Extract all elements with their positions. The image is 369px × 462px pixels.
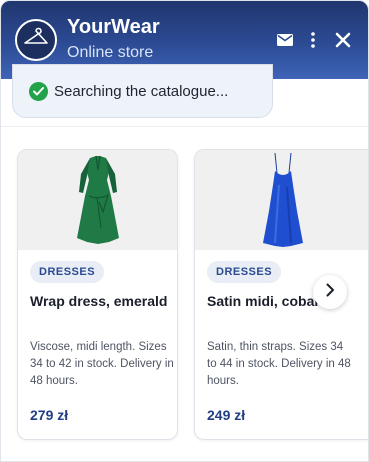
product-price: 279 zł xyxy=(30,407,69,423)
chat-widget: YourWear Online store Searching the cata… xyxy=(0,0,369,462)
hanger-icon xyxy=(23,27,49,54)
close-icon[interactable] xyxy=(332,29,354,51)
product-carousel: DRESSES Wrap dress, emerald Viscose, mid… xyxy=(1,135,368,461)
product-title: Satin midi, cobalt xyxy=(207,293,323,309)
product-description: Satin, thin straps. Sizes 34 to 44 in st… xyxy=(207,341,351,387)
status-message: Searching the catalogue... xyxy=(12,64,273,118)
store-logo xyxy=(15,19,57,61)
category-badge: DRESSES xyxy=(207,261,282,283)
brand-subtitle: Online store xyxy=(67,44,154,61)
product-title: Wrap dress, emerald xyxy=(30,293,168,309)
status-row: Searching the catalogue... xyxy=(29,82,228,101)
chevron-right-icon xyxy=(325,283,335,302)
more-vertical-icon[interactable] xyxy=(304,29,322,51)
green-wrap-dress-image xyxy=(76,155,119,244)
brand-name: YourWear xyxy=(67,16,160,38)
carousel-next-button[interactable] xyxy=(313,275,347,309)
product-card[interactable]: DRESSES Wrap dress, emerald Viscose, mid… xyxy=(17,149,178,440)
status-text: Searching the catalogue... xyxy=(54,83,229,100)
divider xyxy=(1,126,368,127)
product-price: 249 zł xyxy=(207,407,246,423)
product-description: Viscose, midi length. Sizes 34 to 42 in … xyxy=(30,341,174,387)
category-badge: DRESSES xyxy=(30,261,105,283)
mail-icon[interactable] xyxy=(275,29,295,51)
product-image xyxy=(195,150,368,250)
product-image xyxy=(18,150,177,250)
blue-satin-slip-dress-image xyxy=(262,152,303,247)
check-circle-icon xyxy=(29,82,48,101)
